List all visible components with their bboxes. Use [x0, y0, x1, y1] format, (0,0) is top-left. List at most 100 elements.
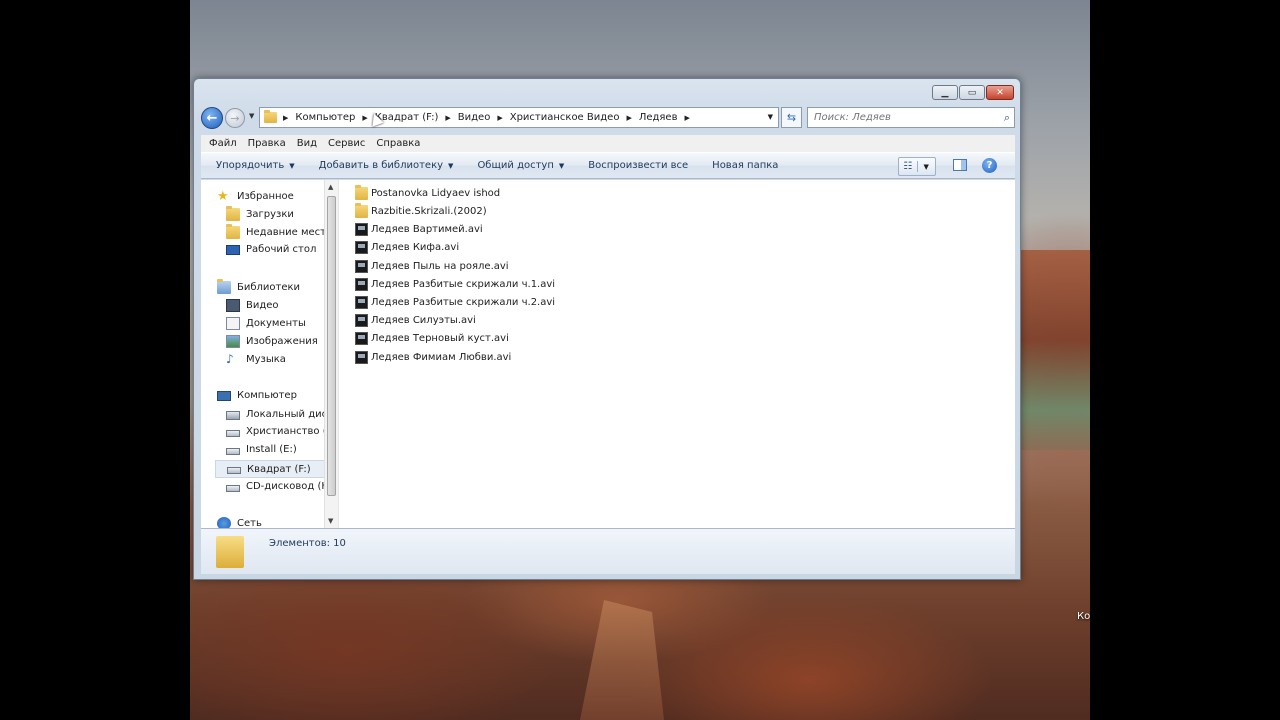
- address-bar[interactable]: ▶ Компьютер ▶ Квадрат (F:) ▶ Видео ▶ Христи…: [259, 107, 779, 128]
- refresh-icon: ⇆: [786, 111, 797, 124]
- search-input[interactable]: [814, 112, 994, 123]
- list-item[interactable]: Ледяев Фимиам Любви.avi: [355, 351, 511, 364]
- list-item[interactable]: Postanovka Lidyaev ishod: [355, 185, 500, 200]
- network-icon: [217, 517, 231, 528]
- organize-button[interactable]: Упорядочить ▼: [216, 160, 295, 171]
- video-file-icon: [355, 314, 368, 327]
- sidebar-computer[interactable]: Компьютер: [217, 390, 297, 401]
- sidebar-item-recent-places[interactable]: Недавние места: [226, 224, 332, 239]
- computer-icon: [217, 390, 231, 401]
- sidebar-item-drive-e[interactable]: Install (E:): [226, 444, 297, 455]
- new-folder-button[interactable]: Новая папка: [712, 160, 778, 171]
- video-file-icon: [355, 351, 368, 364]
- folder-icon: [264, 110, 277, 123]
- cd-drive-icon: [226, 485, 240, 492]
- recent-places-icon: [226, 224, 240, 239]
- forward-button[interactable]: →: [225, 108, 245, 128]
- list-item[interactable]: Ледяев Кифа.avi: [355, 241, 459, 254]
- breadcrumb-ledyaev[interactable]: Ледяев ▶: [639, 112, 697, 123]
- desktop-icon-label[interactable]: Ко: [1077, 611, 1090, 622]
- arrow-left-icon: ←: [206, 110, 218, 126]
- video-file-icon: [355, 260, 368, 273]
- menu-edit[interactable]: Правка: [248, 138, 286, 149]
- scroll-up-icon[interactable]: ▲: [328, 183, 333, 191]
- sidebar-item-documents[interactable]: Документы: [226, 317, 306, 330]
- scroll-thumb[interactable]: [327, 196, 336, 496]
- sidebar-item-local-disk[interactable]: Локальный диск: [226, 408, 333, 420]
- address-history-dropdown[interactable]: ▼: [768, 113, 773, 121]
- item-count: Элементов: 10: [269, 538, 346, 549]
- chevron-down-icon[interactable]: ▼: [918, 163, 936, 171]
- sidebar-favorites[interactable]: ★ Избранное: [217, 190, 294, 203]
- sidebar-item-downloads[interactable]: Загрузки: [226, 206, 294, 221]
- sidebar-item-drive-d[interactable]: Христианство (D: [226, 426, 334, 437]
- breadcrumb-computer[interactable]: Компьютер ▶: [295, 112, 374, 123]
- preview-pane-button[interactable]: [953, 159, 967, 171]
- list-item[interactable]: Ледяев Пыль на рояле.avi: [355, 260, 509, 273]
- view-grid-icon: ☷: [899, 161, 918, 172]
- chevron-down-icon: ▼: [289, 161, 295, 170]
- video-file-icon: [355, 241, 368, 254]
- list-item[interactable]: Ледяев Терновый куст.avi: [355, 332, 509, 345]
- menu-help[interactable]: Справка: [376, 138, 420, 149]
- breadcrumb-root-arrow[interactable]: ▶: [281, 114, 295, 122]
- list-item[interactable]: Ледяев Силуэты.avi: [355, 314, 476, 327]
- play-all-button[interactable]: Воспроизвести все: [588, 160, 688, 171]
- list-item[interactable]: Razbitie.Skrizali.(2002): [355, 203, 487, 218]
- desktop-icon: [226, 244, 240, 255]
- folder-icon: [355, 185, 368, 200]
- documents-icon: [226, 317, 240, 330]
- downloads-folder-icon: [226, 206, 240, 221]
- scroll-down-icon[interactable]: ▼: [328, 517, 333, 525]
- search-icon[interactable]: ⌕: [1004, 111, 1010, 125]
- libraries-icon: [217, 279, 231, 294]
- list-item[interactable]: Ледяев Разбитые скрижали ч.1.avi: [355, 278, 555, 291]
- close-button[interactable]: ✕: [986, 85, 1014, 100]
- search-box[interactable]: ⌕: [807, 107, 1015, 128]
- menu-tools[interactable]: Сервис: [328, 138, 365, 149]
- sidebar-item-video[interactable]: Видео: [226, 299, 279, 312]
- chevron-down-icon: ▼: [448, 161, 454, 170]
- maximize-button[interactable]: ▭: [959, 85, 985, 100]
- pictures-icon: [226, 335, 240, 348]
- help-button[interactable]: ?: [982, 158, 997, 173]
- sidebar-item-pictures[interactable]: Изображения: [226, 335, 318, 348]
- drive-icon: [227, 466, 241, 474]
- breadcrumb-christian-video[interactable]: Христианское Видео ▶: [510, 112, 639, 123]
- change-view-button[interactable]: ☷ ▼: [898, 157, 936, 176]
- add-to-library-button[interactable]: Добавить в библиотеку ▼: [319, 160, 454, 171]
- drive-icon: [226, 430, 240, 437]
- sidebar-network[interactable]: Сеть: [217, 517, 262, 528]
- arrow-right-icon: →: [230, 111, 240, 125]
- file-list[interactable]: Postanovka Lidyaev ishod Razbitie.Skriza…: [338, 180, 1015, 528]
- sidebar-item-cd-drive[interactable]: CD-дисковод (H: [226, 481, 329, 492]
- sidebar-libraries[interactable]: Библиотеки: [217, 279, 300, 294]
- sidebar-item-music[interactable]: ♪ Музыка: [226, 353, 286, 366]
- navigation-pane: ★ Избранное Загрузки Недавние места Рабо…: [201, 180, 338, 528]
- wallpaper-rock: [580, 600, 664, 720]
- back-button[interactable]: ←: [201, 107, 223, 129]
- list-item[interactable]: Ледяев Вартимей.avi: [355, 223, 483, 236]
- navigation-pane-scrollbar[interactable]: ▲ ▼: [324, 180, 338, 528]
- system-drive-icon: [226, 411, 240, 420]
- video-file-icon: [355, 278, 368, 291]
- breadcrumb-video[interactable]: Видео ▶: [458, 112, 510, 123]
- video-file-icon: [355, 332, 368, 345]
- menu-view[interactable]: Вид: [297, 138, 317, 149]
- explorer-window[interactable]: ▁ ▭ ✕ ← → ▼ ▶ Компьютер ▶ Квадрат (F:) ▶ В…: [193, 78, 1021, 580]
- refresh-button[interactable]: ⇆: [781, 107, 802, 128]
- chevron-down-icon: ▼: [558, 161, 565, 170]
- sidebar-item-drive-f[interactable]: Квадрат (F:): [215, 460, 331, 478]
- drive-icon: [226, 448, 240, 455]
- wallpaper-mesa: [1020, 250, 1090, 450]
- video-file-icon: [355, 296, 368, 309]
- sidebar-item-desktop[interactable]: Рабочий стол: [226, 244, 316, 255]
- list-item[interactable]: Ледяев Разбитые скрижали ч.2.avi: [355, 296, 555, 309]
- menu-file[interactable]: Файл: [209, 138, 237, 149]
- caption-buttons: ▁ ▭ ✕: [932, 85, 1014, 100]
- breadcrumb-drive-f[interactable]: Квадрат (F:) ▶: [375, 112, 458, 123]
- share-with-button[interactable]: Общий доступ ▼: [477, 160, 564, 171]
- details-pane: Элементов: 10: [201, 528, 1015, 574]
- recent-pages-dropdown[interactable]: ▼: [249, 112, 254, 120]
- minimize-button[interactable]: ▁: [932, 85, 958, 100]
